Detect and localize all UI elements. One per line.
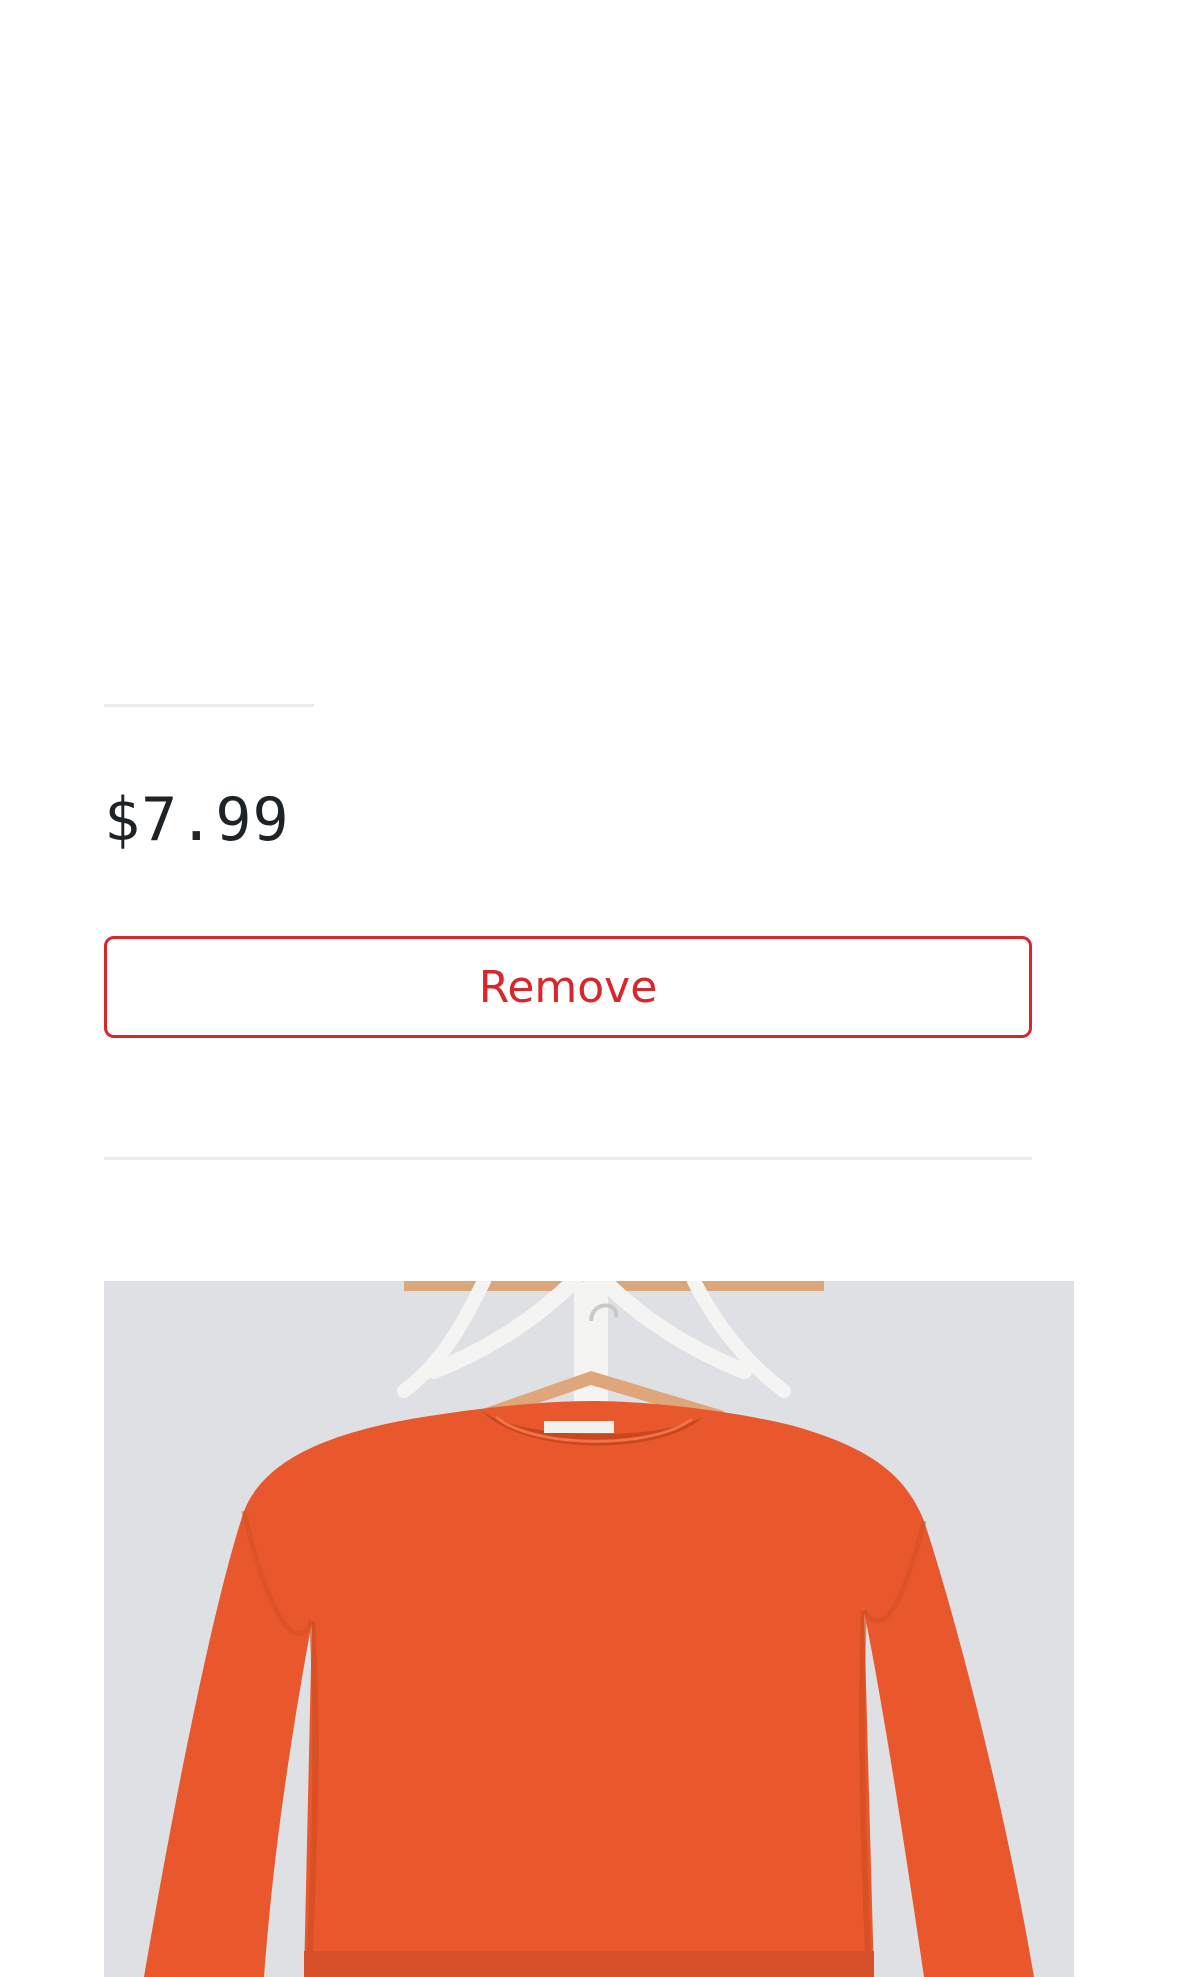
product-price: $7.99 xyxy=(104,785,290,855)
sweater-photo xyxy=(104,1281,1074,1977)
remove-button[interactable]: Remove xyxy=(104,936,1032,1038)
product-image[interactable] xyxy=(104,1281,1074,1977)
short-divider xyxy=(104,704,314,707)
section-divider xyxy=(104,1157,1032,1160)
